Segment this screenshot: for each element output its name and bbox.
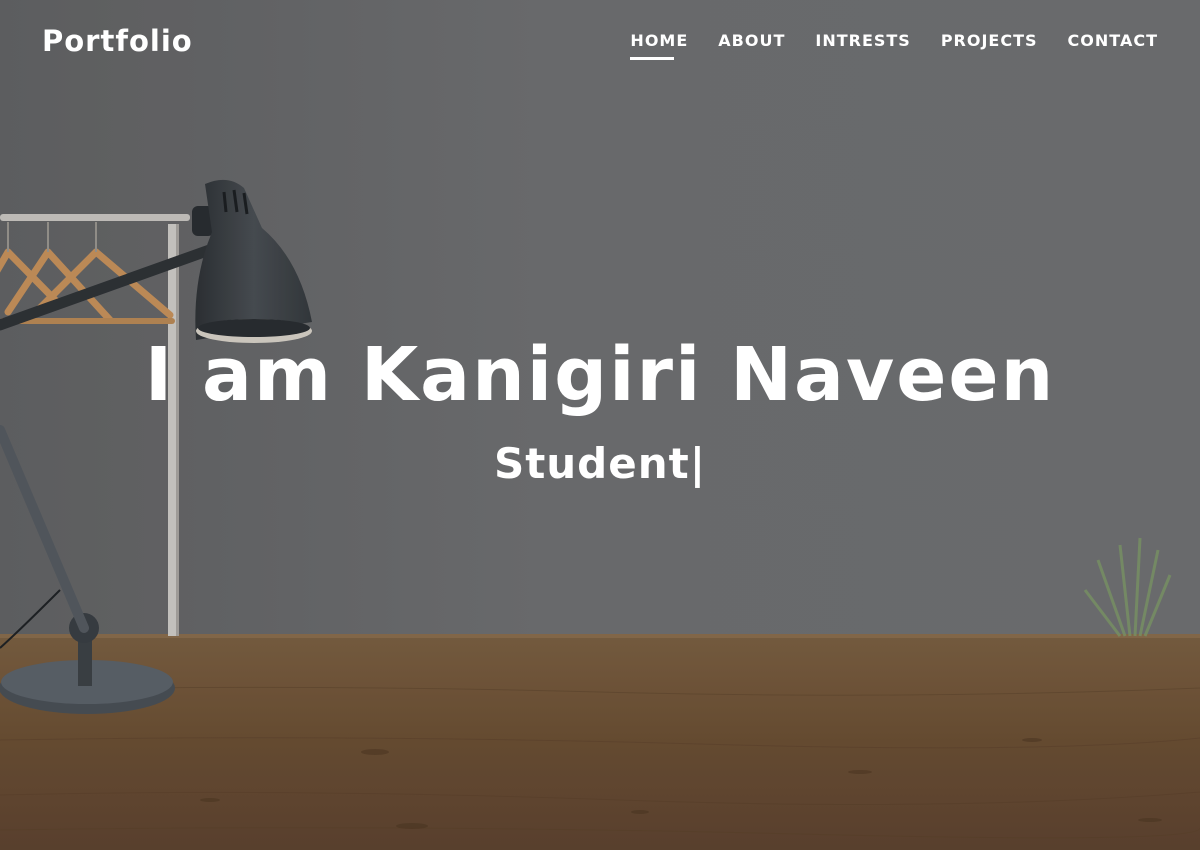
nav-item-home[interactable]: HOME <box>630 31 688 60</box>
hero-text-block: I am Kanigiri Naveen Student| <box>0 330 1200 490</box>
top-navbar: Portfolio HOME ABOUT INTRESTS PROJECTS C… <box>0 0 1200 84</box>
hero-section: Portfolio HOME ABOUT INTRESTS PROJECTS C… <box>0 0 1200 850</box>
nav-menu: HOME ABOUT INTRESTS PROJECTS CONTACT <box>630 31 1158 60</box>
hero-title: I am Kanigiri Naveen <box>144 332 1056 418</box>
nav-item-contact[interactable]: CONTACT <box>1068 31 1158 51</box>
hero-typed-subtitle: Student| <box>493 439 707 488</box>
nav-item-about[interactable]: ABOUT <box>718 31 785 51</box>
brand-logo[interactable]: Portfolio <box>42 24 193 58</box>
nav-item-interests[interactable]: INTRESTS <box>815 31 910 51</box>
nav-item-projects[interactable]: PROJECTS <box>941 31 1038 51</box>
